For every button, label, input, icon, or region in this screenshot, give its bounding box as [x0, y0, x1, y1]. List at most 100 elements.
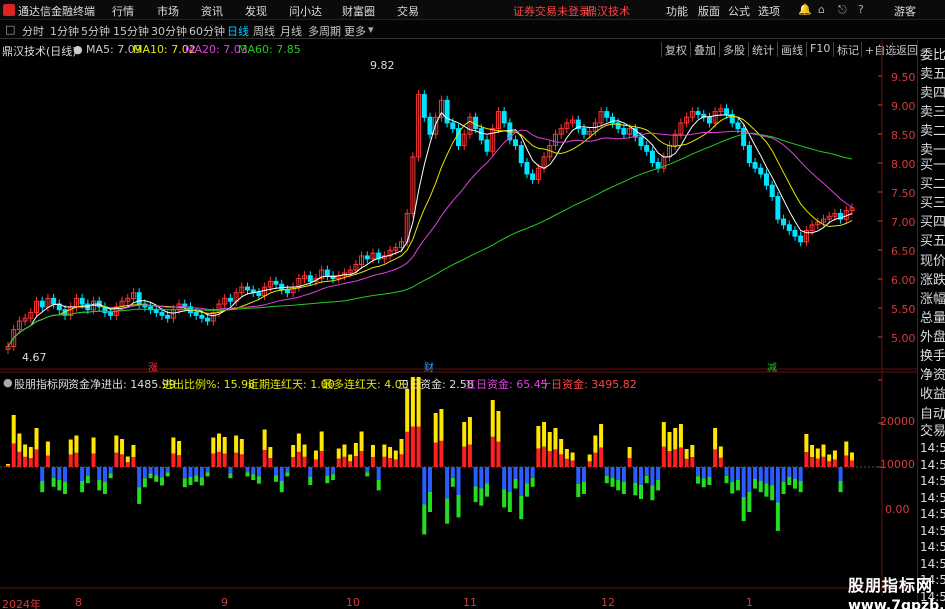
period-tab-multi[interactable]: 多周期 — [308, 23, 341, 39]
flow-bar — [696, 476, 701, 484]
flow-bar — [262, 429, 267, 451]
menu-hangqing[interactable]: 行情 — [112, 3, 134, 19]
login-status[interactable]: 证券交易未登录 — [513, 3, 590, 19]
sidebar-netasset[interactable]: 净资 — [920, 364, 945, 383]
marker-jian[interactable]: 减 — [767, 359, 777, 374]
period-tab-30m[interactable]: 30分钟 — [151, 23, 187, 39]
flow-bar — [707, 467, 712, 477]
flow-bar — [519, 467, 524, 496]
guest-label[interactable]: 游客 — [894, 3, 916, 19]
sidebar-sell2[interactable]: 卖二 — [920, 120, 945, 139]
flow-bar — [97, 480, 102, 491]
candle — [39, 300, 45, 308]
candle — [205, 317, 211, 322]
marker-zhang[interactable]: 涨 — [148, 359, 158, 374]
menu-xuanxiang[interactable]: 选项 — [758, 3, 780, 19]
menu-gongshi[interactable]: 公式 — [728, 3, 750, 19]
marker-cai[interactable]: 财 — [424, 359, 434, 374]
flow-bar — [222, 437, 227, 454]
flow-bar — [279, 481, 284, 493]
flow-bar — [302, 444, 307, 457]
flow-bar — [399, 454, 404, 467]
period-tab-15m[interactable]: 15分钟 — [113, 23, 149, 39]
lock-icon[interactable]: ⌂ — [818, 3, 825, 16]
sidebar-eps[interactable]: 收益 — [920, 383, 945, 402]
flow-bar — [188, 477, 193, 485]
sidebar-weibi[interactable]: 委比 — [920, 44, 945, 63]
indicator-name: 股朋指标网 — [14, 378, 69, 391]
period-tab-fenshi[interactable]: 分时 — [22, 23, 44, 39]
period-tab-daily[interactable]: 日线 — [227, 23, 249, 39]
flow-bar — [787, 467, 792, 477]
flow-bar — [188, 467, 193, 477]
bell-icon[interactable]: 🔔 — [798, 3, 812, 16]
menu-gongneng[interactable]: 功能 — [666, 3, 688, 19]
sidebar-trade[interactable]: 交易 — [920, 420, 945, 439]
flow-bar — [735, 467, 740, 480]
flow-bar — [502, 467, 507, 490]
flow-bar — [604, 476, 609, 484]
flow-bar — [45, 441, 50, 456]
flow-bar — [456, 467, 461, 495]
menu-wenxiaoda[interactable]: 问小达 — [289, 3, 322, 19]
help-icon[interactable]: ? — [858, 3, 864, 16]
sidebar-sell4[interactable]: 卖四 — [920, 82, 945, 101]
sidebar-pct[interactable]: 涨幅 — [920, 288, 945, 307]
flow-bar — [205, 467, 210, 473]
sidebar-volume[interactable]: 总量 — [920, 307, 945, 326]
sidebar-buy2[interactable]: 买二 — [920, 173, 945, 192]
indicator-settings-icon[interactable]: ● — [3, 376, 13, 389]
sidebar-buy4[interactable]: 买四 — [920, 211, 945, 230]
menu-shichang[interactable]: 市场 — [157, 3, 179, 19]
flow-bar — [359, 431, 364, 452]
menu-jiaoyi[interactable]: 交易 — [397, 3, 419, 19]
flow-bar — [542, 446, 547, 467]
indicator-item: 十日资金: 3495.82 — [540, 378, 637, 391]
flow-bar — [194, 475, 199, 482]
chevron-down-icon[interactable]: ▾ — [368, 23, 374, 36]
link-icon[interactable]: ⎋ — [838, 3, 847, 17]
flow-bar — [530, 478, 535, 487]
menu-caifuquan[interactable]: 财富圈 — [342, 3, 375, 19]
flow-bar — [724, 476, 729, 484]
tick-time: 14:56 — [920, 524, 945, 538]
sidebar-sell5[interactable]: 卖五 — [920, 63, 945, 82]
menu-zixun[interactable]: 资讯 — [201, 3, 223, 19]
menu-banmian[interactable]: 版面 — [698, 3, 720, 19]
flow-bar — [832, 459, 837, 467]
flow-bar — [97, 467, 102, 480]
sidebar-price[interactable]: 现价 — [920, 250, 945, 269]
period-tab-weekly[interactable]: 周线 — [253, 23, 275, 39]
flow-bar — [542, 422, 547, 447]
low-price-label: 4.67 — [22, 351, 47, 364]
flow-bar — [222, 453, 227, 467]
flow-bar — [85, 476, 90, 484]
sidebar-turnover[interactable]: 换手 — [920, 345, 945, 364]
sidebar-sell3[interactable]: 卖三 — [920, 101, 945, 120]
flow-bar — [313, 459, 318, 467]
flow-bar — [730, 467, 735, 482]
flow-bar — [798, 467, 803, 481]
sidebar-outer[interactable]: 外盘 — [920, 326, 945, 345]
period-tab-60m[interactable]: 60分钟 — [189, 23, 225, 39]
menu-faxian[interactable]: 发现 — [245, 3, 267, 19]
ma5-line — [7, 111, 853, 347]
sidebar-buy1[interactable]: 买一 — [920, 154, 945, 173]
candle — [165, 314, 171, 319]
period-tab-monthly[interactable]: 月线 — [280, 23, 302, 39]
flow-bar — [245, 472, 250, 477]
period-tab-more[interactable]: 更多 — [344, 23, 366, 39]
flow-bar — [405, 431, 410, 467]
period-tab-5m[interactable]: 5分钟 — [81, 23, 110, 39]
period-tab-1m[interactable]: 1分钟 — [50, 23, 79, 39]
candle — [478, 128, 484, 141]
candle — [644, 145, 650, 152]
sidebar-buy3[interactable]: 买三 — [920, 192, 945, 211]
kline-chart[interactable] — [0, 40, 917, 596]
sidebar-change[interactable]: 涨跌 — [920, 269, 945, 288]
flow-bar — [678, 447, 683, 467]
sidebar-buy5[interactable]: 买五 — [920, 230, 945, 249]
flow-bar — [251, 467, 256, 475]
flow-bar — [211, 453, 216, 467]
flow-bar — [701, 478, 706, 488]
